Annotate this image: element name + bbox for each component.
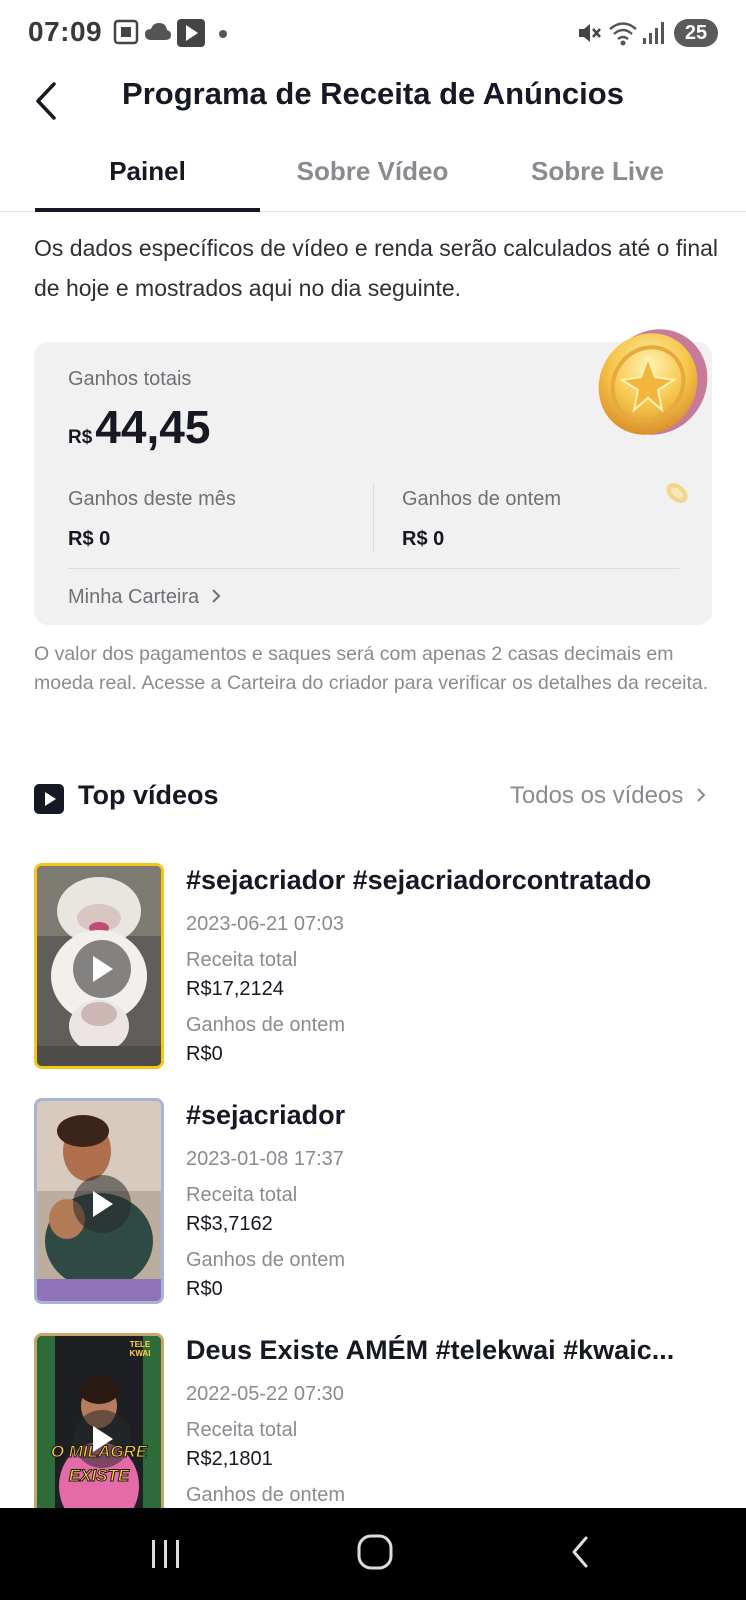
- chevron-right-icon: [212, 589, 221, 603]
- thumbnail-badge: TELE KWAI: [129, 1340, 151, 1358]
- data-notice: Os dados específicos de vídeo e renda se…: [34, 235, 719, 301]
- video-item[interactable]: TELE KWAI O MILAGRE EXISTE Deus Existe A…: [34, 1333, 712, 1508]
- video-thumbnail[interactable]: [34, 863, 164, 1069]
- payment-info-text: O valor dos pagamentos e saques será com…: [34, 643, 709, 694]
- video-play-icon: [34, 784, 64, 814]
- top-videos-title: Top vídeos: [78, 780, 219, 810]
- video-revenue-label: Receita total: [186, 1184, 298, 1206]
- status-time: 07:09: [28, 16, 103, 47]
- month-earnings-label: Ganhos deste mês: [68, 488, 236, 510]
- my-wallet-link[interactable]: Minha Carteira: [68, 586, 223, 609]
- tab-bar: Painel Sobre Vídeo Sobre Live: [0, 150, 746, 212]
- video-revenue-label: Receita total: [186, 1419, 298, 1441]
- video-thumbnail[interactable]: TELE KWAI O MILAGRE EXISTE: [34, 1333, 164, 1508]
- play-button-icon[interactable]: [73, 940, 131, 998]
- total-earnings-amount: 44,45: [95, 401, 211, 453]
- card-divider-horizontal: [68, 568, 679, 569]
- video-date: 2023-01-08 17:37: [186, 1148, 344, 1170]
- cloud-icon: [145, 23, 171, 40]
- video-yesterday-value: R$0: [186, 1043, 223, 1065]
- screenshot-icon: [113, 19, 139, 45]
- currency-symbol: R$: [68, 427, 93, 448]
- video-yesterday-value: R$0: [186, 1278, 223, 1300]
- card-divider: [373, 484, 374, 552]
- video-revenue-value: R$3,7162: [186, 1213, 273, 1235]
- mute-icon: [579, 24, 601, 42]
- dot-icon: [219, 30, 227, 38]
- tab-sobre-live[interactable]: Sobre Live: [485, 156, 710, 187]
- recent-apps-icon[interactable]: [146, 1536, 186, 1572]
- video-revenue-value: R$17,2124: [186, 978, 284, 1000]
- thumbnail-caption-1: O MILAGRE: [50, 1442, 148, 1462]
- earnings-card: Ganhos totais R$44,45 Ganhos deste mês R…: [34, 329, 712, 625]
- thumbnail-caption-2: EXISTE: [68, 1466, 130, 1486]
- gold-coin-icon: [598, 329, 708, 435]
- video-item[interactable]: #sejacriador #sejacriadorcontratado 2023…: [34, 863, 712, 1073]
- play-store-icon: [177, 19, 205, 47]
- video-revenue-value: R$2,1801: [186, 1448, 273, 1470]
- video-title: #sejacriador: [186, 1100, 346, 1130]
- video-date: 2022-05-22 07:30: [186, 1383, 344, 1405]
- yesterday-earnings-value: R$ 0: [402, 528, 445, 550]
- signal-icon: [643, 22, 664, 44]
- all-videos-link[interactable]: Todos os vídeos: [510, 782, 708, 810]
- total-earnings-value: R$44,45: [68, 400, 210, 454]
- home-icon[interactable]: [355, 1532, 395, 1572]
- active-tab-indicator: [35, 208, 260, 212]
- month-earnings-value: R$ 0: [68, 528, 111, 550]
- video-item[interactable]: #sejacriador 2023-01-08 17:37 Receita to…: [34, 1098, 712, 1308]
- system-nav-bar: [0, 1508, 746, 1600]
- total-earnings-label: Ganhos totais: [68, 368, 192, 390]
- tab-painel[interactable]: Painel: [35, 156, 260, 187]
- page-title: Programa de Receita de Anúncios: [122, 76, 624, 111]
- chevron-right-icon: [697, 788, 706, 802]
- video-yesterday-label: Ganhos de ontem: [186, 1014, 345, 1036]
- status-bar: 07:09 25: [0, 0, 746, 66]
- video-revenue-label: Receita total: [186, 949, 298, 971]
- play-button-icon[interactable]: [73, 1175, 131, 1233]
- back-icon[interactable]: [566, 1534, 596, 1570]
- video-yesterday-label: Ganhos de ontem: [186, 1484, 345, 1506]
- all-videos-label: Todos os vídeos: [509, 782, 684, 809]
- small-coin-icon: [666, 483, 688, 503]
- my-wallet-label: Minha Carteira: [68, 586, 200, 608]
- app-header: Programa de Receita de Anúncios: [0, 66, 746, 156]
- wifi-icon: [609, 22, 637, 46]
- video-title: #sejacriador #sejacriadorcontratado: [186, 865, 652, 895]
- video-title: Deus Existe AMÉM #telekwai #kwaic...: [186, 1335, 675, 1365]
- video-date: 2023-06-21 07:03: [186, 913, 344, 935]
- tab-sobre-video[interactable]: Sobre Vídeo: [260, 156, 485, 187]
- yesterday-earnings-label: Ganhos de ontem: [402, 488, 561, 510]
- video-yesterday-label: Ganhos de ontem: [186, 1249, 345, 1271]
- top-videos-header: Top vídeos Todos os vídeos: [34, 780, 712, 820]
- video-thumbnail[interactable]: [34, 1098, 164, 1304]
- battery-indicator: 25: [674, 19, 718, 47]
